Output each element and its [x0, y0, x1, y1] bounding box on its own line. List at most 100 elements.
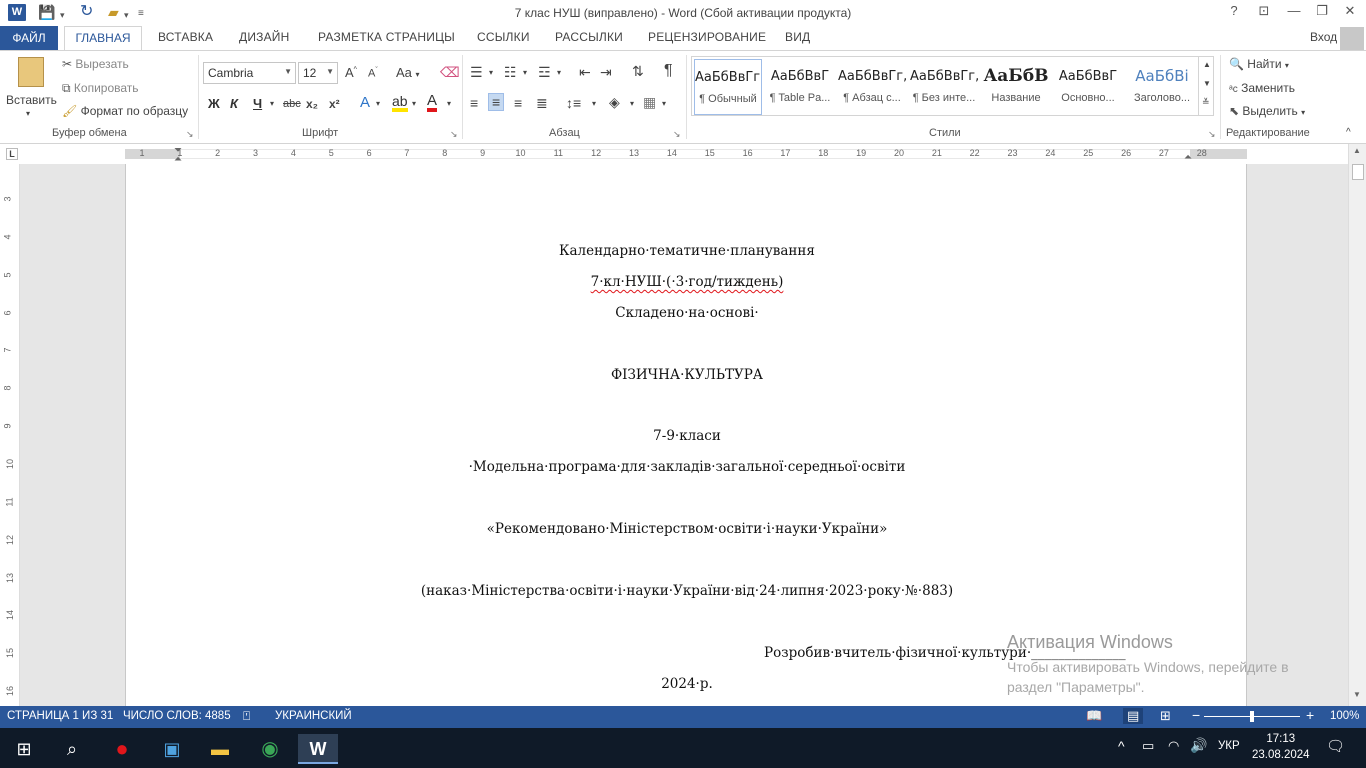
align-center-icon[interactable]: ≡ [488, 93, 505, 111]
chrome-icon[interactable]: ◉ [250, 734, 290, 764]
underline-dropdown-icon[interactable]: ▾ [270, 99, 274, 108]
scroll-thumb[interactable] [1352, 164, 1364, 180]
tab-insert[interactable]: ВСТАВКА [158, 30, 213, 44]
copy-button[interactable]: ⧉ Копировать [62, 81, 139, 96]
grow-font-icon[interactable]: A^ [345, 65, 357, 80]
avatar[interactable] [1340, 27, 1364, 50]
read-mode-icon[interactable]: 📖 [1086, 708, 1102, 724]
paste-label[interactable]: Вставить [6, 93, 57, 107]
cut-button[interactable]: ✂ Вырезать [62, 57, 129, 71]
numbering-icon[interactable]: ☷ [504, 64, 517, 81]
style-heading[interactable]: АаБбВі Заголово... [1126, 59, 1198, 115]
borders-icon[interactable]: ▦ [643, 94, 656, 111]
style-title[interactable]: АаБбВ Название [982, 59, 1050, 115]
system-clock[interactable]: 17:13 23.08.2024 [1252, 731, 1310, 763]
bold-button[interactable]: Ж [208, 96, 220, 111]
battery-icon[interactable]: ▭ [1142, 738, 1154, 754]
zoom-out-icon[interactable]: − [1192, 707, 1200, 723]
doc-line-program[interactable]: ·Модельна·програма·для·закладів·загально… [126, 459, 1248, 475]
styles-launcher-icon[interactable]: ↘ [1208, 129, 1216, 140]
style-normal[interactable]: АаБбВвГг, ¶ Обычный [694, 59, 762, 115]
styles-more-icon[interactable]: ≚ [1202, 97, 1210, 108]
zoom-in-icon[interactable]: + [1306, 707, 1314, 723]
wifi-icon[interactable]: ◠ [1168, 738, 1179, 754]
chevron-down-icon[interactable]: ▾ [412, 99, 416, 108]
tab-home[interactable]: ГЛАВНАЯ [64, 26, 142, 51]
word-count[interactable]: ЧИСЛО СЛОВ: 4885 [123, 710, 231, 722]
chevron-down-icon[interactable]: ▾ [489, 68, 493, 77]
clipboard-launcher-icon[interactable]: ↘ [186, 129, 194, 140]
font-launcher-icon[interactable]: ↘ [450, 129, 458, 140]
decrease-indent-icon[interactable]: ⇤ [579, 64, 591, 81]
chevron-down-icon[interactable]: ▾ [557, 68, 561, 77]
bullets-icon[interactable]: ☰ [470, 64, 483, 81]
clear-formatting-icon[interactable]: ⌫ [440, 64, 460, 81]
show-formatting-button[interactable]: ¶ [664, 62, 673, 80]
doc-line-subject[interactable]: ФІЗИЧНА·КУЛЬТУРА [126, 367, 1248, 383]
find-button[interactable]: 🔍 Найти ▾ [1229, 57, 1289, 71]
doc-line-recommended[interactable]: «Рекомендовано·Міністерством·освіти·і·на… [126, 521, 1248, 537]
restore-button[interactable]: ❐ [1308, 3, 1336, 19]
tab-selector[interactable]: L [6, 148, 18, 160]
doc-line-based-on[interactable]: Складено·на·основі· [126, 305, 1248, 321]
file-explorer-icon[interactable]: ▬ [200, 734, 240, 764]
tab-layout[interactable]: РАЗМЕТКА СТРАНИЦЫ [318, 30, 455, 44]
zoom-level[interactable]: 100% [1330, 710, 1359, 722]
line-spacing-icon[interactable]: ↕≡ [566, 95, 581, 111]
doc-line-classes[interactable]: 7-9·класи [126, 428, 1248, 444]
tab-references[interactable]: ССЫЛКИ [477, 30, 530, 44]
minimize-button[interactable]: — [1280, 3, 1308, 18]
replace-button[interactable]: ᵃc Заменить [1229, 81, 1295, 95]
vertical-scrollbar[interactable]: ▲ ▼ [1348, 144, 1366, 706]
control-panel-icon[interactable]: ▣ [152, 734, 192, 764]
italic-button[interactable]: К [230, 96, 238, 111]
change-case-button[interactable]: Aa ▾ [396, 65, 420, 80]
paragraph-launcher-icon[interactable]: ↘ [673, 129, 681, 140]
style-list-paragraph[interactable]: АаБбВвГг, ¶ Абзац с... [838, 59, 906, 115]
scroll-down-icon[interactable]: ▼ [1353, 690, 1361, 699]
word-taskbar-icon[interactable]: W [298, 734, 338, 764]
chevron-down-icon[interactable]: ▾ [523, 68, 527, 77]
tab-design[interactable]: ДИЗАЙН [239, 30, 290, 44]
zoom-slider-thumb[interactable] [1250, 711, 1254, 722]
sign-in-link[interactable]: Вход [1310, 30, 1337, 44]
page-count[interactable]: СТРАНИЦА 1 ИЗ 31 [7, 710, 113, 722]
chevron-down-icon[interactable]: ▾ [447, 99, 451, 108]
chevron-down-icon[interactable]: ▾ [376, 99, 380, 108]
superscript-button[interactable]: x² [329, 97, 340, 111]
print-layout-icon[interactable]: ▤ [1123, 708, 1144, 724]
multilevel-list-icon[interactable]: ☲ [538, 64, 551, 81]
doc-line-grade[interactable]: 7·кл·НУШ·(·3·год/тиждень) [126, 274, 1248, 290]
right-indent-icon[interactable]: ⏶ [1184, 152, 1192, 163]
font-size-combo[interactable]: 12 ▼ [298, 62, 338, 84]
justify-icon[interactable]: ≣ [536, 95, 548, 112]
help-button[interactable]: ? [1220, 3, 1248, 18]
chevron-down-icon[interactable]: ▼ [1203, 79, 1211, 88]
chevron-down-icon[interactable]: ▾ [630, 99, 634, 108]
language-indicator[interactable]: УКРАИНСКИЙ [275, 710, 352, 722]
ribbon-display-options-button[interactable]: ⊡ [1250, 3, 1278, 19]
format-painter-button[interactable]: 🖌 Формат по образцу [62, 104, 188, 118]
input-language[interactable]: УКР [1218, 740, 1240, 752]
align-left-icon[interactable]: ≡ [470, 95, 478, 111]
font-color-icon[interactable]: A [427, 93, 438, 112]
chevron-down-icon[interactable]: ▾ [662, 99, 666, 108]
shading-icon[interactable]: ◈ [609, 94, 620, 111]
sort-icon[interactable]: ⇅ [632, 63, 644, 80]
tab-review[interactable]: РЕЦЕНЗИРОВАНИЕ [648, 30, 766, 44]
paste-dropdown-icon[interactable]: ▾ [26, 109, 30, 118]
strikethrough-button[interactable]: abc [283, 98, 301, 110]
web-layout-icon[interactable]: ⊞ [1160, 708, 1171, 724]
underline-button[interactable]: Ч [253, 96, 262, 111]
style-table-paragraph[interactable]: АаБбВвГ ¶ Table Pa... [766, 59, 834, 115]
subscript-button[interactable]: x₂ [306, 97, 318, 111]
chevron-down-icon[interactable]: ▾ [592, 99, 596, 108]
start-icon[interactable]: ⊞ [4, 734, 44, 764]
chevron-up-icon[interactable]: ▲ [1203, 60, 1211, 69]
font-name-combo[interactable]: Cambria ▼ [203, 62, 296, 84]
opera-icon[interactable]: ● [102, 734, 142, 764]
shrink-font-icon[interactable]: Aˇ [368, 67, 378, 80]
align-right-icon[interactable]: ≡ [514, 95, 522, 111]
collapse-ribbon-icon[interactable]: ^ [1346, 127, 1351, 138]
style-body-text[interactable]: АаБбВвГ Основно... [1054, 59, 1122, 115]
